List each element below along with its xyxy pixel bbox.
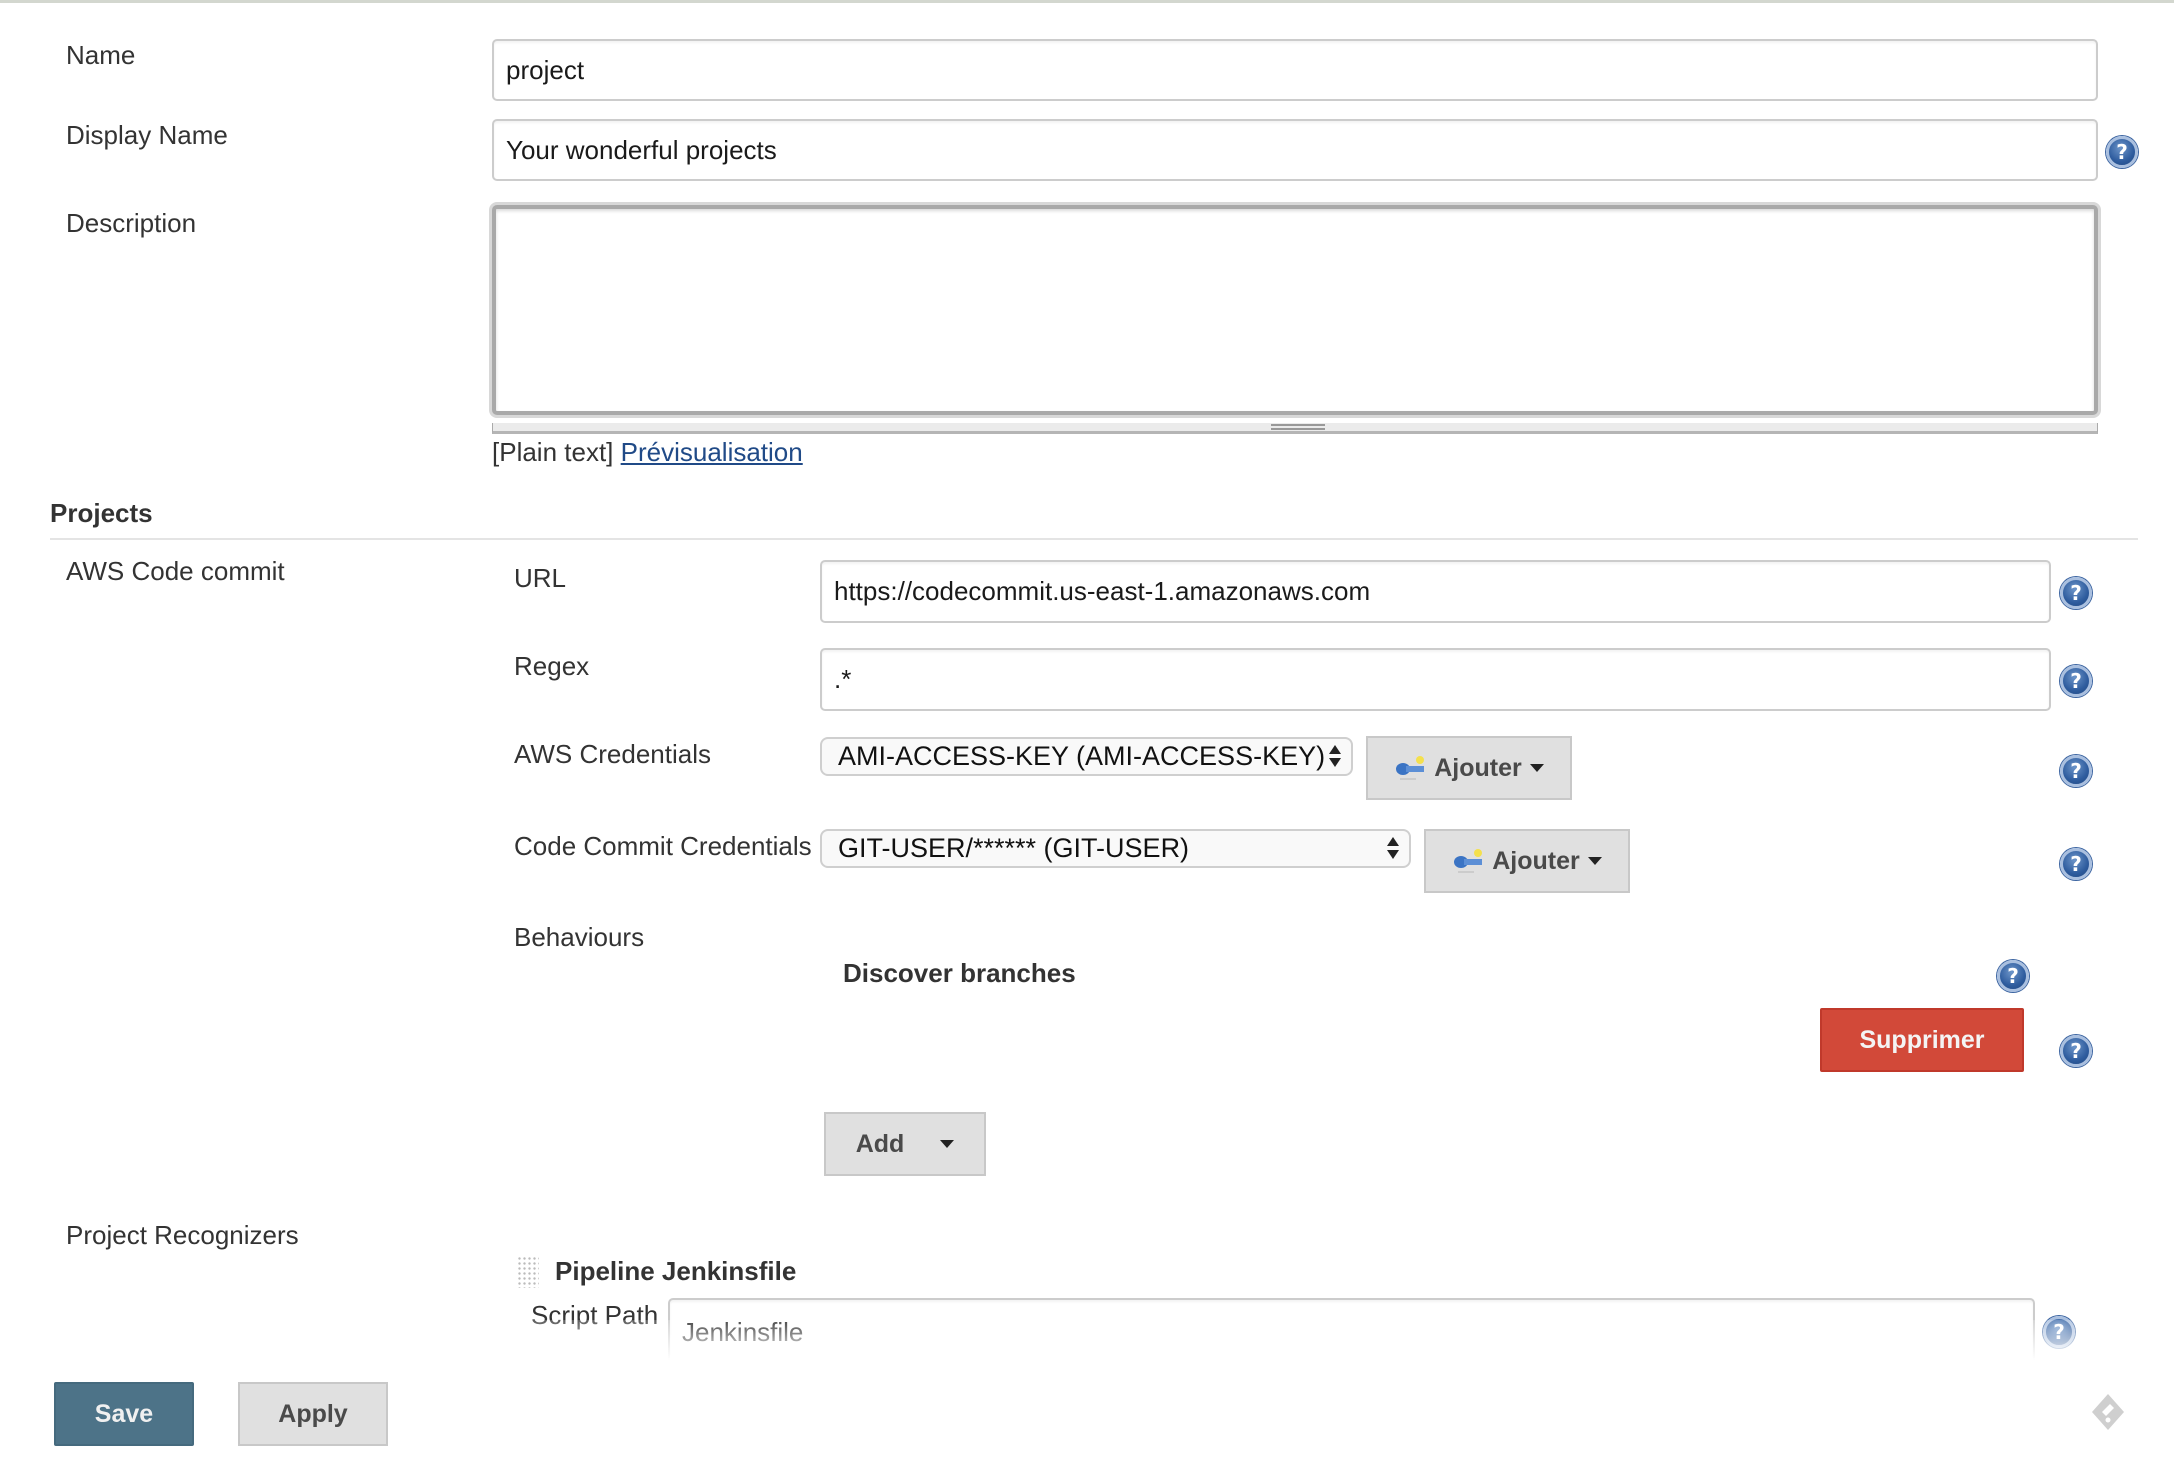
description-textarea[interactable]: [492, 205, 2098, 415]
save-button[interactable]: Save: [54, 1382, 194, 1446]
name-label: Name: [66, 40, 136, 70]
help-icon[interactable]: ?: [2060, 577, 2092, 609]
help-icon[interactable]: ?: [1997, 960, 2029, 992]
aws-credentials-select[interactable]: AMI-ACCESS-KEY (AMI-ACCESS-KEY): [820, 737, 1353, 776]
aws-credentials-label: AWS Credentials: [514, 739, 711, 769]
add-behaviour-button[interactable]: Add: [824, 1112, 986, 1176]
scroll-fade-overlay: [0, 1320, 2174, 1360]
resize-handle-icon: [1271, 424, 1325, 430]
regex-input[interactable]: .*: [820, 648, 2051, 711]
url-label: URL: [514, 563, 567, 593]
aws-credentials-selected: AMI-ACCESS-KEY (AMI-ACCESS-KEY): [838, 741, 1326, 771]
chevron-down-icon: [1587, 857, 1602, 865]
drag-handle-icon[interactable]: [517, 1256, 539, 1288]
display-name-label: Display Name: [66, 120, 228, 150]
section-title-projects: Projects: [50, 498, 153, 528]
url-input[interactable]: https://codecommit.us-east-1.amazonaws.c…: [820, 560, 2051, 623]
regex-label: Regex: [514, 651, 590, 681]
chevron-down-icon: [940, 1140, 955, 1148]
credentials-key-icon: [1394, 754, 1428, 782]
behaviour-title: Discover branches: [843, 958, 1076, 988]
select-arrows-icon: [1387, 835, 1399, 861]
plain-text-label: [Plain text]: [492, 437, 614, 467]
feedback-icon[interactable]: [2088, 1392, 2128, 1432]
display-name-input[interactable]: Your wonderful projects: [492, 119, 2098, 181]
recognizer-title: Pipeline Jenkinsfile: [555, 1256, 797, 1286]
help-icon[interactable]: ?: [2060, 848, 2092, 880]
apply-button[interactable]: Apply: [238, 1382, 388, 1446]
codecommit-credentials-select[interactable]: GIT-USER/****** (GIT-USER): [820, 829, 1411, 868]
description-label: Description: [66, 208, 197, 238]
add-codecommit-credentials-label: Ajouter: [1492, 846, 1580, 875]
delete-behaviour-button[interactable]: Supprimer: [1820, 1008, 2024, 1072]
behaviours-label: Behaviours: [514, 922, 645, 952]
name-input[interactable]: project: [492, 39, 2098, 101]
select-arrows-icon: [1329, 743, 1341, 769]
add-codecommit-credentials-button[interactable]: Ajouter: [1424, 829, 1630, 893]
help-icon[interactable]: ?: [2060, 1035, 2092, 1067]
chevron-down-icon: [1529, 764, 1544, 772]
preview-link[interactable]: Prévisualisation: [621, 437, 803, 467]
add-aws-credentials-button[interactable]: Ajouter: [1366, 736, 1572, 800]
description-format: [Plain text] Prévisualisation: [492, 437, 803, 467]
section-divider: [50, 538, 2138, 540]
credentials-key-icon: [1452, 847, 1486, 875]
help-icon[interactable]: ?: [2106, 136, 2138, 168]
help-icon[interactable]: ?: [2060, 755, 2092, 787]
help-icon[interactable]: ?: [2060, 665, 2092, 697]
source-label: AWS Code commit: [66, 556, 285, 586]
add-behaviour-label: Add: [855, 1129, 905, 1158]
add-aws-credentials-label: Ajouter: [1434, 753, 1522, 782]
textarea-resize-bar[interactable]: [492, 423, 2098, 434]
codecommit-credentials-selected: GIT-USER/****** (GIT-USER): [838, 833, 1190, 863]
top-border: [0, 0, 2174, 3]
codecommit-credentials-label: Code Commit Credentials: [514, 831, 812, 861]
project-recognizers-label: Project Recognizers: [66, 1220, 299, 1250]
